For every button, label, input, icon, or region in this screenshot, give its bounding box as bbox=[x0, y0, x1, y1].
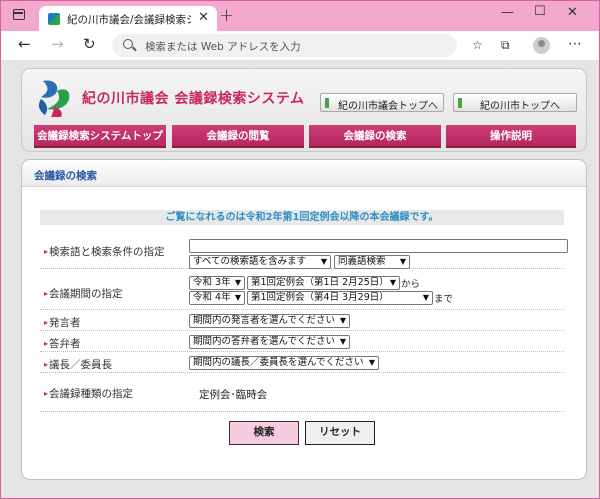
tab-title: 紀の川市議会/会議録検索システム bbox=[67, 14, 191, 26]
keyword-row: 検索語と検索条件の指定 すべての検索語を含みます ▼ 同義語検索 ▼ bbox=[40, 233, 568, 269]
city-logo-icon bbox=[38, 80, 70, 117]
minimize-icon[interactable]: — bbox=[501, 5, 514, 20]
keyword-input[interactable] bbox=[189, 239, 568, 253]
period-from-year-value: 令和 3年 bbox=[193, 277, 231, 288]
synonym-value: 同義語検索 bbox=[338, 256, 386, 267]
link-bullet-icon bbox=[458, 98, 462, 108]
link-city-top[interactable]: 紀の川市トップへ bbox=[453, 93, 577, 112]
chair-value: 期間内の議長／委員長を選んでください bbox=[193, 357, 364, 368]
chair-row: 議長／委員長 期間内の議長／委員長を選んでください ▼ bbox=[40, 353, 564, 373]
browser-tab[interactable]: 紀の川市議会/会議録検索システム ✕ bbox=[39, 6, 217, 32]
page-viewport: 紀の川市議会 会議録検索システム 紀の川市議会トップへ 紀の川市トップへ 会議録… bbox=[1, 60, 599, 498]
collections-icon[interactable]: ⧉ bbox=[501, 38, 510, 53]
keyword-condition-select[interactable]: すべての検索語を含みます ▼ bbox=[189, 255, 331, 269]
period-to-session-select[interactable]: 第1回定例会（第4日 3月29日） ▼ bbox=[247, 291, 433, 305]
site-header: 紀の川市議会 会議録検索システム 紀の川市議会トップへ 紀の川市トップへ 会議録… bbox=[21, 68, 587, 152]
type-row: 会議録種類の指定 定例会･臨時会 bbox=[40, 374, 564, 412]
reset-button[interactable]: リセット bbox=[305, 421, 375, 445]
period-label: 会議期間の指定 bbox=[44, 286, 123, 301]
panel-title: 会議録の検索 bbox=[34, 170, 97, 182]
chevron-down-icon: ▼ bbox=[389, 278, 396, 287]
period-from-session-select[interactable]: 第1回定例会（第1日 2月25日） ▼ bbox=[247, 276, 400, 290]
chevron-down-icon: ▼ bbox=[368, 358, 375, 367]
period-row: 会議期間の指定 令和 3年▼ 第1回定例会（第1日 2月25日）▼ から 令和 … bbox=[40, 270, 564, 310]
maximize-icon[interactable]: ☐ bbox=[534, 4, 546, 19]
tab-bar: 紀の川市議会/会議録検索システム ✕ + — ☐ ✕ bbox=[1, 1, 599, 32]
availability-notice: ご覧になれるのは令和2年第1回定例会以降の本会議録です。 bbox=[40, 210, 564, 225]
link-label: 紀の川市議会トップへ bbox=[338, 101, 438, 112]
keyword-label: 検索語と検索条件の指定 bbox=[44, 244, 165, 259]
address-input[interactable]: 検索または Web アドレスを入力 bbox=[112, 34, 457, 57]
chair-select[interactable]: 期間内の議長／委員長を選んでください ▼ bbox=[189, 356, 379, 370]
window-menu-icon[interactable] bbox=[13, 9, 25, 20]
speaker-value: 期間内の発言者を選んでください bbox=[193, 315, 336, 326]
menu-search-minutes[interactable]: 会議録の検索 bbox=[309, 125, 441, 148]
menu-instructions[interactable]: 操作説明 bbox=[446, 125, 576, 148]
search-button[interactable]: 検索 bbox=[229, 421, 299, 445]
answerer-row: 答弁者 期間内の答弁者を選んでください▼ bbox=[40, 332, 564, 352]
new-tab-icon[interactable]: + bbox=[219, 5, 234, 26]
synonym-select[interactable]: 同義語検索 ▼ bbox=[334, 255, 410, 269]
link-bullet-icon bbox=[325, 98, 329, 108]
period-from-year-select[interactable]: 令和 3年 ▼ bbox=[189, 276, 245, 290]
site-title: 紀の川市議会 会議録検索システム bbox=[82, 91, 305, 107]
refresh-icon[interactable]: ↻ bbox=[83, 35, 96, 53]
answerer-select[interactable]: 期間内の答弁者を選んでください ▼ bbox=[189, 335, 350, 349]
link-label: 紀の川市トップへ bbox=[480, 101, 560, 112]
chevron-down-icon: ▼ bbox=[234, 293, 241, 302]
period-from-suffix: から bbox=[401, 279, 421, 290]
tab-close-icon[interactable]: ✕ bbox=[198, 10, 209, 25]
chevron-down-icon: ▼ bbox=[339, 316, 346, 325]
type-value: 定例会･臨時会 bbox=[199, 389, 268, 401]
site-favicon-icon bbox=[48, 13, 60, 25]
period-to-suffix: まで bbox=[434, 294, 454, 305]
chevron-down-icon: ▼ bbox=[399, 257, 406, 266]
chevron-down-icon: ▼ bbox=[422, 293, 429, 302]
address-bar: ← → ↻ 検索または Web アドレスを入力 ☆ ⧉ ⋯ bbox=[1, 31, 599, 60]
speaker-label: 発言者 bbox=[44, 315, 81, 330]
chevron-down-icon: ▼ bbox=[320, 257, 327, 266]
keyword-condition-value: すべての検索語を含みます bbox=[193, 256, 306, 267]
period-to-session-value: 第1回定例会（第4日 3月29日） bbox=[251, 292, 389, 303]
panel-header: 会議録の検索 bbox=[22, 160, 586, 187]
browser-window: 紀の川市議会/会議録検索システム ✕ + — ☐ ✕ ← → ↻ 検索または W… bbox=[0, 0, 600, 499]
chevron-down-icon: ▼ bbox=[234, 278, 241, 287]
profile-avatar[interactable] bbox=[533, 37, 550, 54]
search-panel: 会議録の検索 ご覧になれるのは令和2年第1回定例会以降の本会議録です。 検索語と… bbox=[21, 159, 587, 480]
period-to-year-value: 令和 4年 bbox=[193, 292, 231, 303]
link-gikai-top[interactable]: 紀の川市議会トップへ bbox=[320, 93, 444, 112]
favorites-icon[interactable]: ☆ bbox=[472, 38, 483, 52]
answerer-label: 答弁者 bbox=[44, 336, 81, 351]
speaker-select[interactable]: 期間内の発言者を選んでください ▼ bbox=[189, 314, 350, 328]
address-placeholder: 検索または Web アドレスを入力 bbox=[145, 41, 301, 53]
menu-search-system-top[interactable]: 会議録検索システムトップ bbox=[34, 125, 166, 148]
more-icon[interactable]: ⋯ bbox=[568, 36, 582, 52]
type-label: 会議録種類の指定 bbox=[44, 386, 133, 401]
back-icon[interactable]: ← bbox=[18, 35, 31, 53]
chair-label: 議長／委員長 bbox=[44, 357, 112, 372]
close-window-icon[interactable]: ✕ bbox=[567, 5, 578, 20]
period-from-session-value: 第1回定例会（第1日 2月25日） bbox=[251, 277, 389, 288]
speaker-row: 発言者 期間内の発言者を選んでください▼ bbox=[40, 311, 564, 331]
forward-icon: → bbox=[51, 35, 64, 53]
answerer-value: 期間内の答弁者を選んでください bbox=[193, 336, 336, 347]
period-to-year-select[interactable]: 令和 4年 ▼ bbox=[189, 291, 245, 305]
menu-browse-minutes[interactable]: 会議録の閲覧 bbox=[172, 125, 304, 148]
search-icon bbox=[123, 39, 133, 49]
chevron-down-icon: ▼ bbox=[339, 337, 346, 346]
